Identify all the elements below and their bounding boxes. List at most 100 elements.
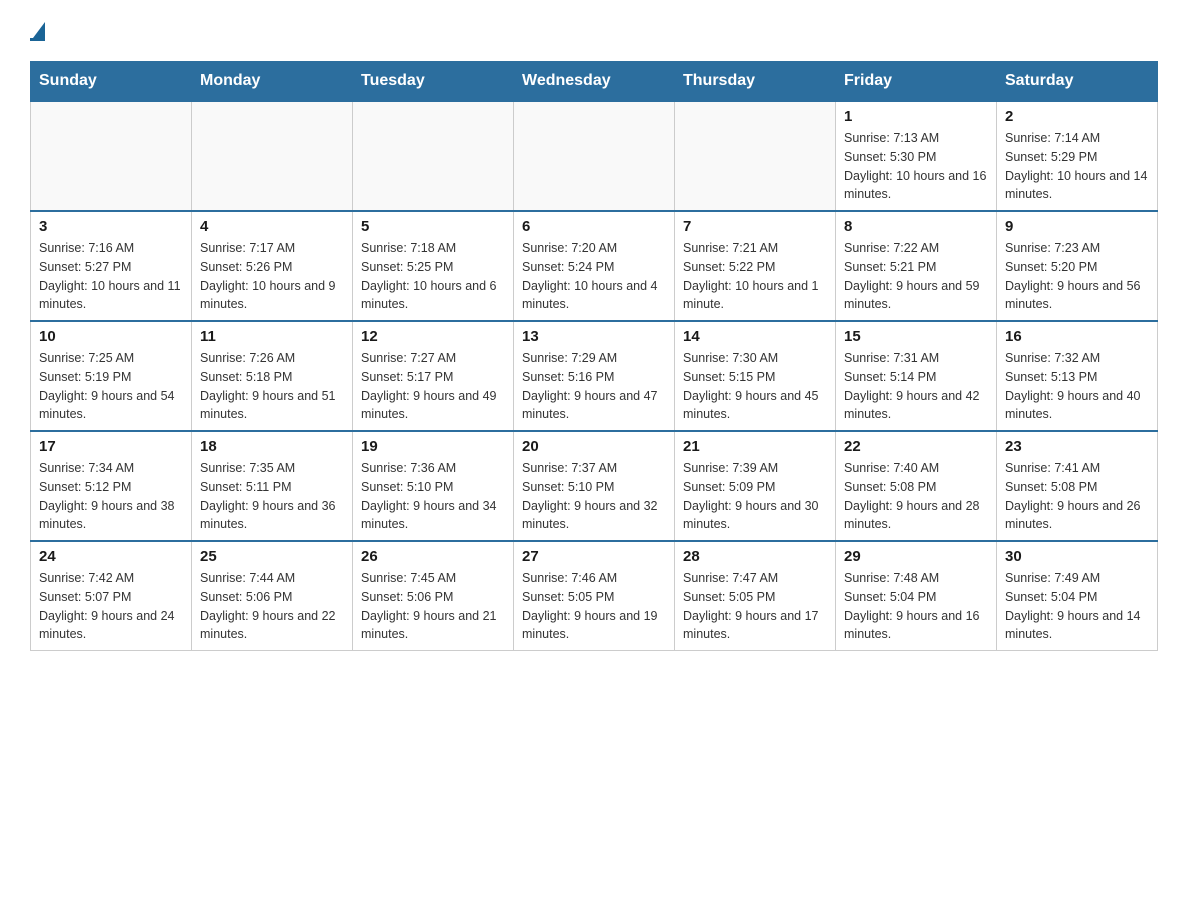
calendar-header-wednesday: Wednesday bbox=[514, 62, 675, 102]
day-info: Sunrise: 7:29 AM Sunset: 5:16 PM Dayligh… bbox=[522, 349, 666, 424]
calendar-cell bbox=[353, 101, 514, 211]
day-info: Sunrise: 7:30 AM Sunset: 5:15 PM Dayligh… bbox=[683, 349, 827, 424]
calendar-cell: 24 Sunrise: 7:42 AM Sunset: 5:07 PM Dayli… bbox=[31, 541, 192, 651]
day-number: 14 bbox=[683, 328, 827, 345]
day-info: Sunrise: 7:21 AM Sunset: 5:22 PM Dayligh… bbox=[683, 239, 827, 314]
day-number: 28 bbox=[683, 548, 827, 565]
calendar-week-row: 24 Sunrise: 7:42 AM Sunset: 5:07 PM Dayli… bbox=[31, 541, 1158, 651]
calendar-cell: 23 Sunrise: 7:41 AM Sunset: 5:08 PM Dayli… bbox=[997, 431, 1158, 541]
day-info: Sunrise: 7:42 AM Sunset: 5:07 PM Dayligh… bbox=[39, 569, 183, 644]
calendar-cell: 18 Sunrise: 7:35 AM Sunset: 5:11 PM Dayli… bbox=[192, 431, 353, 541]
day-number: 29 bbox=[844, 548, 988, 565]
day-number: 21 bbox=[683, 438, 827, 455]
calendar-week-row: 17 Sunrise: 7:34 AM Sunset: 5:12 PM Dayli… bbox=[31, 431, 1158, 541]
day-number: 18 bbox=[200, 438, 344, 455]
calendar-cell: 17 Sunrise: 7:34 AM Sunset: 5:12 PM Dayli… bbox=[31, 431, 192, 541]
day-number: 20 bbox=[522, 438, 666, 455]
day-info: Sunrise: 7:18 AM Sunset: 5:25 PM Dayligh… bbox=[361, 239, 505, 314]
calendar-cell: 29 Sunrise: 7:48 AM Sunset: 5:04 PM Dayli… bbox=[836, 541, 997, 651]
calendar-cell: 27 Sunrise: 7:46 AM Sunset: 5:05 PM Dayli… bbox=[514, 541, 675, 651]
day-info: Sunrise: 7:22 AM Sunset: 5:21 PM Dayligh… bbox=[844, 239, 988, 314]
calendar-cell bbox=[31, 101, 192, 211]
day-number: 15 bbox=[844, 328, 988, 345]
day-number: 24 bbox=[39, 548, 183, 565]
calendar-cell: 14 Sunrise: 7:30 AM Sunset: 5:15 PM Dayli… bbox=[675, 321, 836, 431]
day-number: 6 bbox=[522, 218, 666, 235]
calendar-cell: 9 Sunrise: 7:23 AM Sunset: 5:20 PM Daylig… bbox=[997, 211, 1158, 321]
day-number: 26 bbox=[361, 548, 505, 565]
calendar-cell: 20 Sunrise: 7:37 AM Sunset: 5:10 PM Dayli… bbox=[514, 431, 675, 541]
day-number: 10 bbox=[39, 328, 183, 345]
day-number: 30 bbox=[1005, 548, 1149, 565]
calendar-cell: 11Sunrise: 7:26 AM Sunset: 5:18 PM Dayli… bbox=[192, 321, 353, 431]
day-number: 12 bbox=[361, 328, 505, 345]
day-info: Sunrise: 7:34 AM Sunset: 5:12 PM Dayligh… bbox=[39, 459, 183, 534]
day-info: Sunrise: 7:39 AM Sunset: 5:09 PM Dayligh… bbox=[683, 459, 827, 534]
calendar-cell: 28 Sunrise: 7:47 AM Sunset: 5:05 PM Dayli… bbox=[675, 541, 836, 651]
calendar-cell: 13Sunrise: 7:29 AM Sunset: 5:16 PM Dayli… bbox=[514, 321, 675, 431]
day-number: 17 bbox=[39, 438, 183, 455]
day-number: 9 bbox=[1005, 218, 1149, 235]
calendar-cell: 26Sunrise: 7:45 AM Sunset: 5:06 PM Dayli… bbox=[353, 541, 514, 651]
calendar-cell: 25 Sunrise: 7:44 AM Sunset: 5:06 PM Dayli… bbox=[192, 541, 353, 651]
day-number: 11 bbox=[200, 328, 344, 345]
day-number: 2 bbox=[1005, 108, 1149, 125]
calendar-header-sunday: Sunday bbox=[31, 62, 192, 102]
calendar-header-friday: Friday bbox=[836, 62, 997, 102]
logo-triangle-icon bbox=[33, 22, 45, 38]
calendar-header-row: SundayMondayTuesdayWednesdayThursdayFrid… bbox=[31, 62, 1158, 102]
calendar-header-saturday: Saturday bbox=[997, 62, 1158, 102]
day-number: 1 bbox=[844, 108, 988, 125]
day-number: 27 bbox=[522, 548, 666, 565]
day-info: Sunrise: 7:27 AM Sunset: 5:17 PM Dayligh… bbox=[361, 349, 505, 424]
day-number: 4 bbox=[200, 218, 344, 235]
day-info: Sunrise: 7:31 AM Sunset: 5:14 PM Dayligh… bbox=[844, 349, 988, 424]
day-info: Sunrise: 7:32 AM Sunset: 5:13 PM Dayligh… bbox=[1005, 349, 1149, 424]
calendar-cell bbox=[192, 101, 353, 211]
day-info: Sunrise: 7:35 AM Sunset: 5:11 PM Dayligh… bbox=[200, 459, 344, 534]
day-number: 5 bbox=[361, 218, 505, 235]
calendar-cell: 1 Sunrise: 7:13 AM Sunset: 5:30 PM Daylig… bbox=[836, 101, 997, 211]
day-info: Sunrise: 7:46 AM Sunset: 5:05 PM Dayligh… bbox=[522, 569, 666, 644]
day-info: Sunrise: 7:48 AM Sunset: 5:04 PM Dayligh… bbox=[844, 569, 988, 644]
calendar-cell: 8 Sunrise: 7:22 AM Sunset: 5:21 PM Daylig… bbox=[836, 211, 997, 321]
day-info: Sunrise: 7:25 AM Sunset: 5:19 PM Dayligh… bbox=[39, 349, 183, 424]
calendar-header-monday: Monday bbox=[192, 62, 353, 102]
day-info: Sunrise: 7:37 AM Sunset: 5:10 PM Dayligh… bbox=[522, 459, 666, 534]
calendar-cell: 2Sunrise: 7:14 AM Sunset: 5:29 PM Daylig… bbox=[997, 101, 1158, 211]
day-number: 7 bbox=[683, 218, 827, 235]
calendar-cell: 3 Sunrise: 7:16 AM Sunset: 5:27 PM Daylig… bbox=[31, 211, 192, 321]
calendar-cell: 10 Sunrise: 7:25 AM Sunset: 5:19 PM Dayli… bbox=[31, 321, 192, 431]
calendar-cell: 21 Sunrise: 7:39 AM Sunset: 5:09 PM Dayli… bbox=[675, 431, 836, 541]
day-number: 8 bbox=[844, 218, 988, 235]
calendar-cell: 4 Sunrise: 7:17 AM Sunset: 5:26 PM Daylig… bbox=[192, 211, 353, 321]
day-info: Sunrise: 7:23 AM Sunset: 5:20 PM Dayligh… bbox=[1005, 239, 1149, 314]
logo bbox=[30, 20, 45, 41]
day-info: Sunrise: 7:44 AM Sunset: 5:06 PM Dayligh… bbox=[200, 569, 344, 644]
day-info: Sunrise: 7:17 AM Sunset: 5:26 PM Dayligh… bbox=[200, 239, 344, 314]
day-info: Sunrise: 7:13 AM Sunset: 5:30 PM Dayligh… bbox=[844, 129, 988, 204]
day-number: 25 bbox=[200, 548, 344, 565]
calendar-header-thursday: Thursday bbox=[675, 62, 836, 102]
day-info: Sunrise: 7:40 AM Sunset: 5:08 PM Dayligh… bbox=[844, 459, 988, 534]
calendar-cell: 5 Sunrise: 7:18 AM Sunset: 5:25 PM Daylig… bbox=[353, 211, 514, 321]
calendar-cell: 7 Sunrise: 7:21 AM Sunset: 5:22 PM Daylig… bbox=[675, 211, 836, 321]
day-number: 19 bbox=[361, 438, 505, 455]
calendar-week-row: 1 Sunrise: 7:13 AM Sunset: 5:30 PM Daylig… bbox=[31, 101, 1158, 211]
calendar-cell: 22 Sunrise: 7:40 AM Sunset: 5:08 PM Dayli… bbox=[836, 431, 997, 541]
day-info: Sunrise: 7:20 AM Sunset: 5:24 PM Dayligh… bbox=[522, 239, 666, 314]
day-info: Sunrise: 7:41 AM Sunset: 5:08 PM Dayligh… bbox=[1005, 459, 1149, 534]
day-number: 3 bbox=[39, 218, 183, 235]
day-number: 22 bbox=[844, 438, 988, 455]
day-info: Sunrise: 7:16 AM Sunset: 5:27 PM Dayligh… bbox=[39, 239, 183, 314]
calendar-cell: 30Sunrise: 7:49 AM Sunset: 5:04 PM Dayli… bbox=[997, 541, 1158, 651]
page-header bbox=[30, 20, 1158, 41]
logo-underline bbox=[30, 38, 45, 41]
calendar-cell: 12 Sunrise: 7:27 AM Sunset: 5:17 PM Dayli… bbox=[353, 321, 514, 431]
calendar-cell: 16Sunrise: 7:32 AM Sunset: 5:13 PM Dayli… bbox=[997, 321, 1158, 431]
calendar-cell bbox=[514, 101, 675, 211]
calendar-cell bbox=[675, 101, 836, 211]
day-number: 23 bbox=[1005, 438, 1149, 455]
day-info: Sunrise: 7:47 AM Sunset: 5:05 PM Dayligh… bbox=[683, 569, 827, 644]
calendar-cell: 6 Sunrise: 7:20 AM Sunset: 5:24 PM Daylig… bbox=[514, 211, 675, 321]
